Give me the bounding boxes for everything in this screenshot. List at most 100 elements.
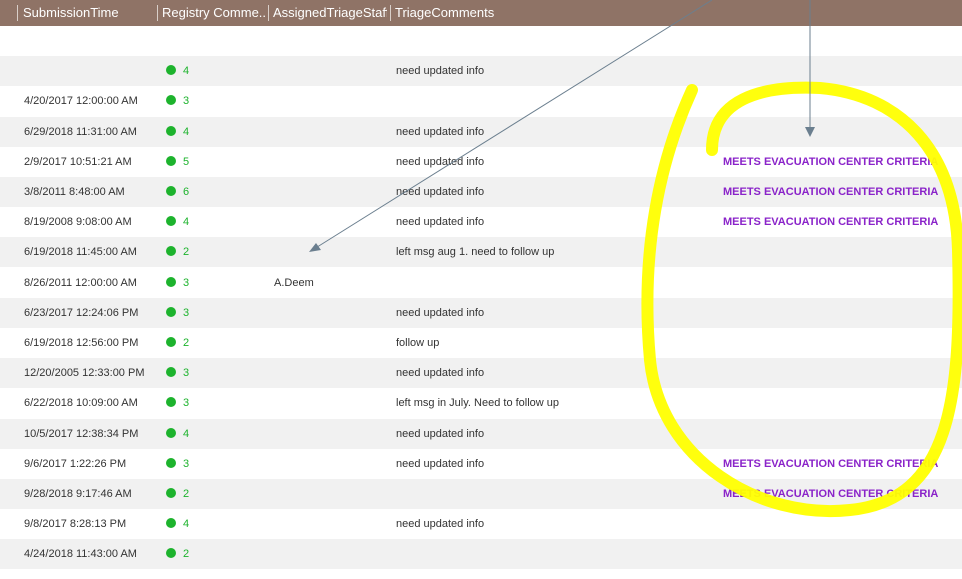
table-row[interactable]: 4/24/2018 11:43:00 AM 2 <box>0 539 962 570</box>
green-dot-icon <box>166 427 176 438</box>
submission-time-cell: 10/5/2017 12:38:34 PM <box>24 427 139 440</box>
green-dot-icon <box>166 337 176 348</box>
table-row[interactable]: 6/29/2018 11:31:00 AM 4 need updated info <box>0 116 962 147</box>
triage-comment-cell: left msg in July. Need to follow up <box>396 397 560 410</box>
evacuation-criteria-label: MEETS EVACUATION CENTER CRITERIA <box>723 488 939 500</box>
registry-status-cell: 4 <box>166 419 189 449</box>
green-dot-icon <box>166 216 176 227</box>
column-header-submission-time[interactable]: SubmissionTime <box>23 0 153 26</box>
green-dot-icon <box>166 186 176 197</box>
triage-comment-cell: need updated info <box>396 155 485 168</box>
evacuation-criteria-label: MEETS EVACUATION CENTER CRITERIA <box>723 155 939 168</box>
submission-time-cell: 4/24/2018 11:43:00 AM <box>24 548 137 561</box>
green-dot-icon <box>166 397 176 408</box>
registry-score: 3 <box>183 95 190 108</box>
submission-time-cell: 6/19/2018 11:45:00 AM <box>24 246 137 259</box>
column-divider <box>17 5 18 21</box>
green-dot-icon <box>166 125 176 136</box>
green-dot-icon <box>166 65 176 76</box>
green-dot-icon <box>166 367 176 378</box>
registry-status-cell: 3 <box>166 449 189 479</box>
registry-score: 3 <box>183 306 190 319</box>
registry-score: 3 <box>183 397 190 410</box>
submission-time-cell: 2/9/2017 10:51:21 AM <box>24 155 132 168</box>
registry-score: 4 <box>183 125 190 138</box>
column-divider[interactable] <box>157 5 158 21</box>
green-dot-icon <box>166 548 176 559</box>
table-row[interactable]: 6/22/2018 10:09:00 AM 3 left msg in July. … <box>0 388 962 418</box>
column-header-triage-comments[interactable]: TriageComments <box>395 0 595 26</box>
green-dot-icon <box>166 457 176 468</box>
registry-status-cell: 3 <box>166 268 189 298</box>
triage-comment-cell: need updated info <box>396 518 485 531</box>
evacuation-criteria-label: MEETS EVACUATION CENTER CRITERIA <box>723 457 939 470</box>
column-divider[interactable] <box>390 5 391 21</box>
triage-comment-cell: need updated info <box>396 457 485 470</box>
triage-comment-cell: need updated info <box>396 427 485 440</box>
table-row[interactable] <box>0 26 962 56</box>
table-row[interactable]: 6/19/2018 12:56:00 PM 2 follow up <box>0 328 962 358</box>
submission-time-cell: 6/19/2018 12:56:00 PM <box>24 337 139 349</box>
table-row[interactable]: 2/9/2017 10:51:21 AM 5 need updated info ME… <box>0 147 962 177</box>
triage-comment-cell: need updated info <box>396 216 485 229</box>
column-header-assigned-triage-staff[interactable]: AssignedTriageStaff <box>273 0 387 26</box>
registry-score: 3 <box>183 276 190 289</box>
table-header: SubmissionTime Registry Comme... Assigne… <box>0 0 962 26</box>
table-row[interactable]: 9/6/2017 1:22:26 PM 3 need updated info MEE… <box>0 449 962 479</box>
registry-score: 4 <box>183 65 190 78</box>
registry-score: 3 <box>183 367 190 380</box>
triage-comment-cell: need updated info <box>396 186 485 198</box>
registry-score: 2 <box>183 488 190 500</box>
table-row[interactable]: 9/28/2018 9:17:46 AM 2 MEETS EVACUATION CE… <box>0 479 962 509</box>
registry-status-cell: 4 <box>166 509 189 539</box>
registry-score: 3 <box>183 457 190 470</box>
submission-time-cell: 3/8/2011 8:48:00 AM <box>24 186 125 198</box>
submission-time-cell: 4/20/2017 12:00:00 AM <box>24 95 138 108</box>
registry-status-cell: 3 <box>166 358 189 388</box>
registry-status-cell: 6 <box>166 177 189 207</box>
registry-score: 2 <box>183 337 190 349</box>
registry-status-cell: 2 <box>166 479 189 509</box>
table-row[interactable]: 8/19/2008 9:08:00 AM 4 need updated info ME… <box>0 207 962 237</box>
submission-time-cell: 6/23/2017 12:24:06 PM <box>24 306 139 319</box>
registry-status-cell: 3 <box>166 388 189 418</box>
assigned-staff-cell: A.Deem <box>274 276 314 289</box>
green-dot-icon <box>166 276 176 287</box>
table-row[interactable]: 10/5/2017 12:38:34 PM 4 need updated info <box>0 418 962 449</box>
registry-status-cell: 3 <box>166 86 189 116</box>
table-row[interactable]: 4 need updated info <box>0 56 962 87</box>
registry-score: 4 <box>183 216 190 229</box>
submission-time-cell: 6/22/2018 10:09:00 AM <box>24 397 138 410</box>
triage-comment-cell: need updated info <box>396 125 485 138</box>
registry-status-cell: 4 <box>166 207 189 237</box>
column-divider[interactable] <box>268 5 269 21</box>
table-row[interactable]: 8/26/2011 12:00:00 AM 3 A.Deem <box>0 268 962 298</box>
submission-time-cell: 8/19/2008 9:08:00 AM <box>24 216 132 229</box>
table-row[interactable]: 12/20/2005 12:33:00 PM 3 need updated info <box>0 358 962 389</box>
submission-time-cell: 9/6/2017 1:22:26 PM <box>24 457 127 470</box>
submission-time-cell: 9/28/2018 9:17:46 AM <box>24 488 132 500</box>
evacuation-criteria-label: MEETS EVACUATION CENTER CRITERIA <box>723 186 939 198</box>
table-row[interactable]: 4/20/2017 12:00:00 AM 3 <box>0 86 962 116</box>
table-row[interactable]: 6/23/2017 12:24:06 PM 3 need updated info <box>0 297 962 328</box>
registry-score: 2 <box>183 246 190 259</box>
submission-time-cell: 9/8/2017 8:28:13 PM <box>24 518 127 531</box>
registry-status-cell: 5 <box>166 147 189 177</box>
triage-comment-cell: need updated info <box>396 306 485 319</box>
submission-time-cell: 8/26/2011 12:00:00 AM <box>24 276 137 289</box>
triage-comment-cell: left msg aug 1. need to follow up <box>396 246 555 259</box>
green-dot-icon <box>166 155 176 166</box>
registry-status-cell: 4 <box>166 117 189 147</box>
green-dot-icon <box>166 488 176 499</box>
registry-status-cell: 2 <box>166 237 189 267</box>
column-header-registry-comments[interactable]: Registry Comme... <box>162 0 266 26</box>
registry-status-cell: 4 <box>166 56 189 86</box>
table-row[interactable]: 3/8/2011 8:48:00 AM 6 need updated info MEE… <box>0 177 962 207</box>
registry-score: 2 <box>183 548 190 561</box>
table-row[interactable]: 6/19/2018 11:45:00 AM 2 left msg aug 1. ne… <box>0 237 962 268</box>
registry-score: 6 <box>183 186 190 198</box>
green-dot-icon <box>166 95 176 106</box>
green-dot-icon <box>166 246 176 257</box>
triage-comment-cell: need updated info <box>396 65 485 78</box>
table-row[interactable]: 9/8/2017 8:28:13 PM 4 need updated info <box>0 509 962 539</box>
